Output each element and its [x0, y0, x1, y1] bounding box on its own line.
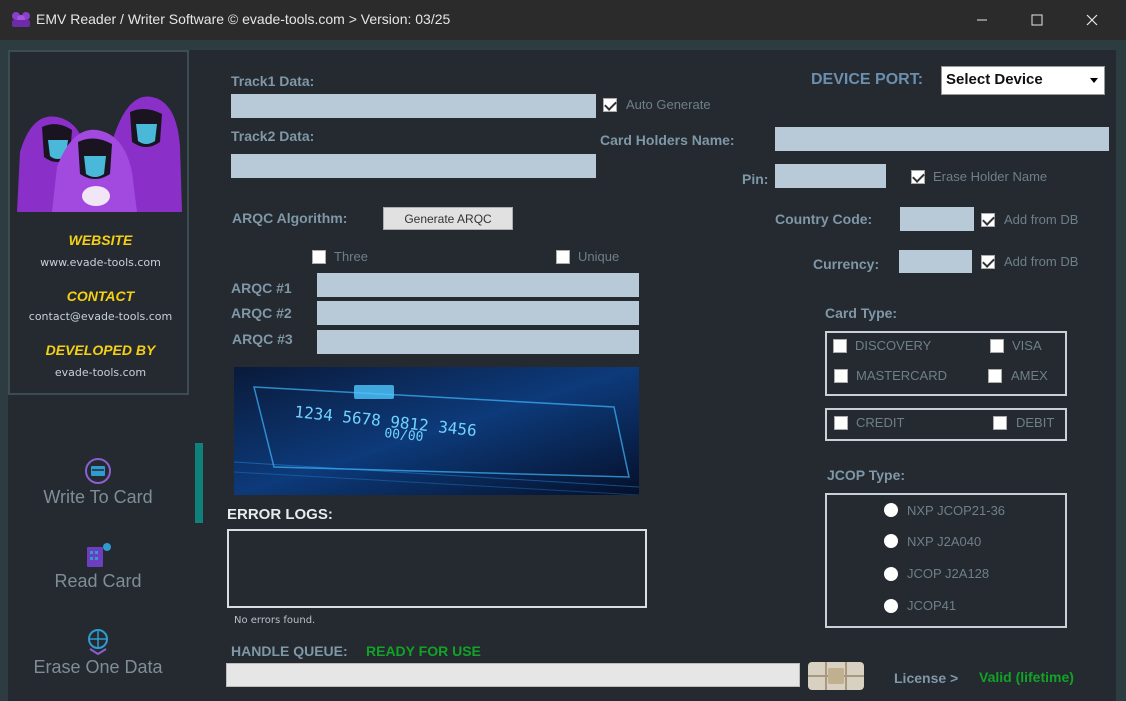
jcop-radio-3[interactable] [884, 567, 898, 581]
queue-progress-bar [226, 663, 800, 687]
device-port-label: DEVICE PORT: [811, 71, 924, 88]
currency-input[interactable] [899, 250, 972, 273]
discovery-checkbox[interactable] [833, 339, 847, 353]
jcop-option-3: JCOP J2A128 [907, 566, 990, 581]
website-link[interactable]: www.evade-tools.com [10, 256, 191, 269]
nav-read-card[interactable]: Read Card [8, 541, 188, 592]
chevron-down-icon [1090, 78, 1098, 83]
license-status: Valid (lifetime) [979, 669, 1074, 685]
track1-input[interactable] [231, 94, 596, 118]
erase-holder-name-checkbox[interactable] [911, 170, 925, 184]
developer-heading: DEVELOPED BY [45, 342, 156, 358]
arqc2-label: ARQC #2 [231, 305, 292, 321]
device-port-selected: Select Device [946, 71, 1043, 88]
credit-card-image: 1234 5678 9812 3456 00/00 [234, 367, 639, 495]
close-button[interactable] [1066, 0, 1118, 40]
nav-write-label: Write To Card [43, 487, 153, 507]
visa-checkbox[interactable] [990, 339, 1004, 353]
card-type-label: Card Type: [825, 305, 898, 321]
arqc-algorithm-label: ARQC Algorithm: [232, 210, 348, 226]
erase-data-icon [88, 629, 108, 655]
maximize-button[interactable] [1011, 0, 1063, 40]
jcop-type-label: JCOP Type: [827, 467, 906, 483]
error-logs-box[interactable] [227, 529, 647, 608]
amex-label: AMEX [1011, 368, 1048, 383]
erase-holder-name-label: Erase Holder Name [933, 169, 1048, 184]
window-title: EMV Reader / Writer Software © evade-too… [36, 11, 451, 27]
nav-read-label: Read Card [54, 571, 142, 591]
info-panel: WEBSITE www.evade-tools.com CONTACT cont… [8, 50, 189, 395]
currency-label: Currency: [813, 256, 880, 272]
arqc3-input[interactable] [317, 330, 639, 354]
track2-input[interactable] [231, 154, 596, 178]
three-checkbox[interactable] [312, 250, 326, 264]
debit-checkbox[interactable] [993, 416, 1007, 430]
three-label: Three [334, 249, 368, 264]
device-port-select[interactable]: Select Device [941, 66, 1105, 95]
write-card-icon [85, 458, 111, 484]
hooded-figures-logo [17, 96, 182, 212]
add-from-db-country-checkbox[interactable] [981, 213, 995, 227]
generate-arqc-button[interactable]: Generate ARQC [383, 207, 513, 230]
active-nav-indicator [195, 443, 203, 523]
add-from-db-currency-checkbox[interactable] [981, 255, 995, 269]
arqc1-input[interactable] [317, 273, 639, 297]
auto-generate-checkbox[interactable] [603, 98, 617, 112]
read-card-icon [87, 543, 111, 567]
app-icon [12, 12, 30, 27]
nav-write-to-card[interactable]: Write To Card [8, 457, 188, 508]
credit-checkbox[interactable] [834, 416, 848, 430]
track2-label: Track2 Data: [231, 128, 315, 144]
jcop-option-2: NXP J2A040 [907, 534, 982, 549]
jcop-option-1: NXP JCOP21-36 [907, 503, 1006, 518]
close-icon [1086, 14, 1098, 26]
country-code-input[interactable] [900, 207, 974, 231]
arqc3-label: ARQC #3 [232, 331, 293, 347]
error-status-text: No errors found. [234, 615, 316, 626]
jcop-radio-4[interactable] [884, 599, 898, 613]
pin-input[interactable] [775, 164, 886, 188]
license-label: License > [894, 670, 959, 686]
auto-generate-label: Auto Generate [626, 97, 711, 112]
contact-heading: CONTACT [66, 288, 135, 304]
queue-status: READY FOR USE [366, 643, 481, 659]
error-logs-heading: ERROR LOGS: [227, 506, 333, 523]
mastercard-checkbox[interactable] [834, 369, 848, 383]
minimize-icon [977, 19, 987, 21]
nav-erase-label: Erase One Data [33, 657, 163, 677]
unique-label: Unique [578, 249, 620, 264]
add-from-db-currency-label: Add from DB [1004, 254, 1079, 269]
track1-label: Track1 Data: [231, 73, 315, 89]
visa-label: VISA [1012, 338, 1042, 353]
card-holder-name-label: Card Holders Name: [600, 132, 735, 148]
contact-email[interactable]: contact@evade-tools.com [10, 310, 191, 323]
jcop-radio-1[interactable] [884, 503, 898, 517]
jcop-radio-2[interactable] [884, 534, 898, 548]
pin-label: Pin: [742, 171, 769, 187]
amex-checkbox[interactable] [988, 369, 1002, 383]
minimize-button[interactable] [956, 0, 1008, 40]
card-chip-icon [808, 662, 864, 690]
maximize-icon [1031, 14, 1043, 26]
card-holder-name-input[interactable] [775, 127, 1109, 151]
debit-label: DEBIT [1016, 415, 1055, 430]
mastercard-label: MASTERCARD [856, 368, 948, 383]
arqc1-label: ARQC #1 [231, 280, 292, 296]
discovery-label: DISCOVERY [855, 338, 932, 353]
arqc2-input[interactable] [317, 301, 639, 325]
nav-erase-one-data[interactable]: Erase One Data [8, 627, 188, 678]
credit-label: CREDIT [856, 415, 905, 430]
website-heading: WEBSITE [68, 232, 133, 248]
add-from-db-country-label: Add from DB [1004, 212, 1079, 227]
jcop-option-4: JCOP41 [907, 598, 957, 613]
unique-checkbox[interactable] [556, 250, 570, 264]
title-bar: EMV Reader / Writer Software © evade-too… [0, 0, 1126, 40]
handle-queue-label: HANDLE QUEUE: [231, 643, 348, 659]
country-code-label: Country Code: [775, 211, 873, 227]
developer-value: evade-tools.com [54, 366, 147, 379]
